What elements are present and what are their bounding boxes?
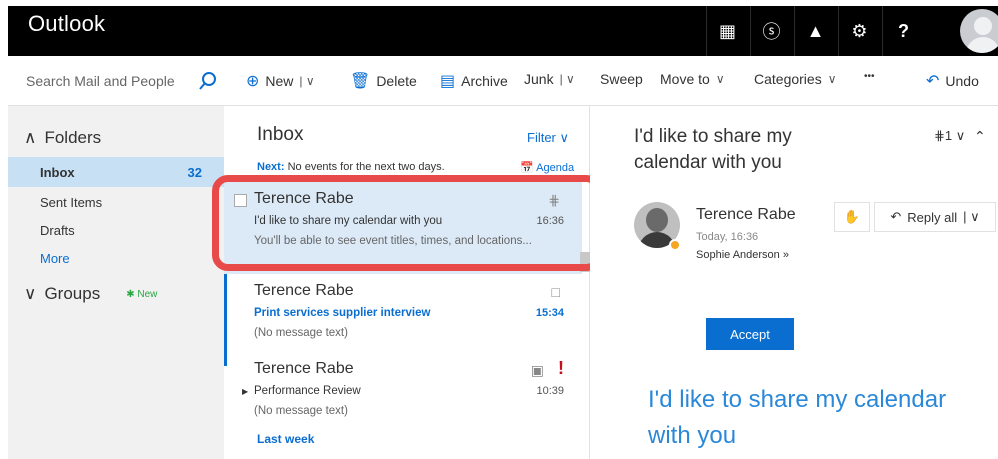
expand-recipients-icon: » (782, 249, 789, 261)
calendar-icon: 📅 (520, 162, 534, 174)
groups-header[interactable]: ∨ Groups ✱ New (24, 284, 157, 304)
chevron-down-icon: | ∨ (963, 209, 980, 224)
filter-button[interactable]: Filter ∨ (527, 130, 569, 146)
more-commands-button[interactable]: ••• (864, 71, 875, 82)
trash-icon: 🗑 (350, 73, 371, 90)
message-item[interactable]: Terence Rabe ▣ ! ▶ Performance Review 10… (224, 352, 582, 444)
message-subject: Print services supplier interview (254, 307, 431, 319)
next-events: Next: No events for the next two days. (257, 161, 445, 173)
gear-icon[interactable]: ⚙ (838, 6, 880, 56)
archive-button[interactable]: ▤ Archive (440, 71, 508, 91)
new-badge: ✱ New (126, 288, 158, 300)
search-input[interactable]: Search Mail and People (26, 73, 175, 89)
categories-button[interactable]: Categories ∨ (754, 71, 837, 87)
sidebar-item-inbox[interactable]: Inbox 32 (8, 157, 224, 187)
message-preview: (No message text) (254, 405, 348, 417)
paperclip-icon: ⋕ (934, 128, 945, 143)
thumbs-up-icon: ✋ (843, 209, 861, 224)
sweep-button[interactable]: Sweep (600, 71, 643, 87)
new-button[interactable]: ⊕ New | ∨ (246, 71, 315, 91)
plus-circle-icon: ⊕ (246, 73, 260, 90)
highlight-callout (212, 175, 602, 271)
archive-icon: ▤ (440, 73, 456, 90)
accept-button[interactable]: Accept (706, 318, 794, 350)
top-bar: Outlook ▦ ⓢ ▲ ⚙ ? (0, 0, 998, 58)
chevron-down-icon: ∨ (559, 130, 570, 145)
sender-name[interactable]: Terence Rabe (696, 206, 796, 224)
bell-icon[interactable]: ▲ (794, 6, 836, 56)
agenda-link[interactable]: 📅 Agenda (520, 161, 574, 174)
unread-count: 32 (187, 164, 202, 180)
page-title: Inbox (257, 124, 304, 145)
undo-button[interactable]: ↶ Undo (926, 71, 979, 91)
calendar-icon: ▣ (530, 362, 544, 378)
message-body-heading: I'd like to share my calendar with you (648, 386, 947, 449)
chevron-down-icon: ∨ (827, 72, 837, 86)
app-launcher-icon[interactable]: ▦ (706, 6, 748, 56)
section-last-week: Last week (257, 432, 315, 446)
message-time: 15:34 (535, 307, 564, 319)
sidebar-item-drafts[interactable]: Drafts (8, 215, 224, 245)
folders-header[interactable]: ∧ Folders (24, 128, 101, 148)
chevron-down-icon: ∨ (24, 284, 37, 303)
attachments-button[interactable]: ⋕1 ∨ (934, 128, 965, 144)
recipients[interactable]: Sophie Anderson » (696, 249, 789, 261)
like-button[interactable]: ✋ (834, 202, 870, 232)
sent-date: Today, 16:36 (696, 231, 759, 243)
collapse-icon[interactable]: ⌃ (974, 128, 986, 145)
chevron-down-icon: ∨ (955, 128, 966, 143)
sidebar-item-more[interactable]: More (8, 243, 224, 273)
search-icon[interactable] (198, 71, 218, 91)
message-preview: (No message text) (254, 327, 348, 339)
app-title[interactable]: Outlook (28, 11, 105, 37)
avatar[interactable] (958, 6, 998, 56)
move-to-button[interactable]: Move to ∨ (660, 71, 725, 87)
chevron-down-icon: ∨ (715, 72, 725, 86)
chevron-down-icon: | ∨ (559, 72, 575, 86)
skype-icon[interactable]: ⓢ (750, 6, 792, 56)
chevron-up-icon: ∧ (24, 128, 37, 147)
message-time: 10:39 (536, 385, 564, 397)
command-bar: Search Mail and People ⊕ New | ∨ 🗑 Delet… (8, 58, 998, 106)
message-list: Inbox Filter ∨ Next: No events for the n… (224, 106, 590, 459)
chevron-down-icon: | ∨ (299, 74, 315, 88)
message-subject: ▶ Performance Review (242, 385, 361, 397)
sidebar-item-sent-items[interactable]: Sent Items (8, 187, 224, 217)
help-icon[interactable]: ? (882, 6, 924, 56)
message-sender: Terence Rabe (254, 282, 354, 299)
presence-status-icon (669, 239, 681, 251)
calendar-icon: □ (551, 284, 560, 300)
reading-pane: I'd like to share my calendar with you ⋕… (590, 106, 998, 459)
folder-pane: ∧ Folders Inbox 32 Sent Items Drafts Mor… (8, 106, 224, 459)
expand-thread-icon[interactable]: ▶ (242, 387, 248, 396)
delete-button[interactable]: 🗑 Delete (350, 71, 417, 91)
junk-button[interactable]: Junk | ∨ (524, 71, 575, 87)
avatar-image (960, 9, 998, 53)
reply-all-button[interactable]: ↶ Reply all | ∨ (874, 202, 996, 232)
message-sender: Terence Rabe (254, 360, 354, 377)
undo-icon: ↶ (926, 73, 940, 90)
message-title: I'd like to share my calendar with you (634, 126, 792, 173)
reply-all-icon: ↶ (890, 209, 902, 224)
high-importance-icon: ! (558, 358, 564, 378)
